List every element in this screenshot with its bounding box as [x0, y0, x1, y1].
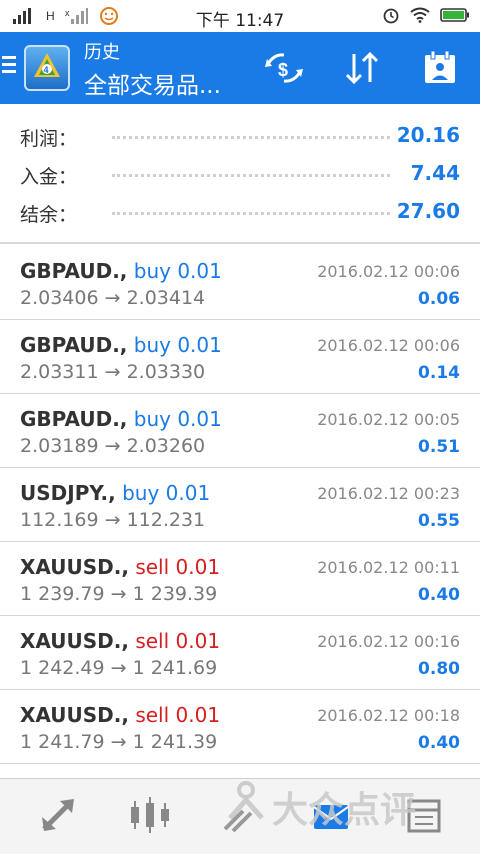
trade-profit: 0.55 — [418, 511, 460, 531]
page-title-small: 历史 — [84, 42, 120, 63]
symbol-filter-title[interactable]: 全部交易品... — [84, 66, 221, 100]
trade-row[interactable]: GBPAUD., buy 0.01 2.03406 → 2.03414 2016… — [0, 246, 480, 320]
trade-type: sell 0.01 — [135, 703, 221, 727]
trade-prices: 2.03406 → 2.03414 — [20, 287, 206, 309]
trade-row[interactable]: XAUUSD., sell 0.01 1 239.79 → 1 239.39 2… — [0, 542, 480, 616]
currency-exchange-icon[interactable]: $ — [264, 50, 304, 86]
trade-row[interactable]: XAUUSD., sell 0.01 1 241.79 → 1 241.39 2… — [0, 690, 480, 764]
trade-prices: 2.03189 → 2.03260 — [20, 435, 206, 457]
chart-icon[interactable] — [125, 793, 175, 837]
summary-value: 27.60 — [396, 199, 460, 223]
watermark-logo-icon — [228, 781, 264, 820]
summary-row-profit: 利润： 20.16 — [0, 118, 480, 156]
trade-type: buy 0.01 — [133, 259, 222, 283]
trade-symbol: XAUUSD., — [20, 703, 129, 727]
trade-prices: 1 242.49 → 1 241.69 — [20, 657, 218, 679]
svg-text:4: 4 — [44, 65, 49, 75]
mt4-logo-icon[interactable]: 4 — [24, 45, 70, 91]
trade-time: 2016.02.12 00:05 — [317, 410, 460, 429]
trade-profit: 0.80 — [418, 659, 460, 679]
svg-text:$: $ — [278, 60, 288, 80]
trade-time: 2016.02.12 00:06 — [317, 262, 460, 281]
trade-title: GBPAUD., buy 0.01 — [20, 333, 222, 357]
wifi-icon — [410, 7, 430, 23]
menu-icon[interactable] — [0, 52, 20, 84]
trade-profit: 0.14 — [418, 363, 460, 383]
account-summary: 利润： 20.16 入金： 7.44 结余： 27.60 — [0, 104, 480, 244]
trade-symbol: XAUUSD., — [20, 555, 129, 579]
summary-label: 入金： — [20, 166, 78, 188]
trade-title: GBPAUD., buy 0.01 — [20, 407, 222, 431]
summary-value: 7.44 — [410, 161, 460, 185]
summary-value: 20.16 — [396, 123, 460, 147]
summary-label: 利润： — [20, 128, 78, 150]
status-bar: H x 下午 11:47 — [0, 0, 480, 32]
trade-type: buy 0.01 — [133, 333, 222, 357]
sort-icon[interactable] — [342, 50, 382, 86]
trade-symbol: GBPAUD., — [20, 333, 128, 357]
trade-profit: 0.40 — [418, 733, 460, 753]
trade-title: XAUUSD., sell 0.01 — [20, 555, 220, 579]
dotted-leader — [112, 136, 390, 139]
app-bar: 4 历史 全部交易品... $ — [0, 32, 480, 104]
trade-time: 2016.02.12 00:23 — [317, 484, 460, 503]
calendar-icon[interactable] — [420, 50, 460, 86]
summary-row-balance: 结余： 27.60 — [0, 194, 480, 232]
trade-symbol: XAUUSD., — [20, 629, 129, 653]
trade-row[interactable]: XAUUSD., sell 0.01 1 242.49 → 1 241.69 2… — [0, 616, 480, 690]
trade-prices: 1 241.79 → 1 241.39 — [20, 731, 218, 753]
trade-type: sell 0.01 — [135, 555, 221, 579]
dotted-leader — [112, 174, 390, 177]
trade-row[interactable]: USDJPY., buy 0.01 112.169 → 112.231 2016… — [0, 468, 480, 542]
trade-title: XAUUSD., sell 0.01 — [20, 629, 220, 653]
trade-prices: 112.169 → 112.231 — [20, 509, 206, 531]
trade-symbol: GBPAUD., — [20, 407, 128, 431]
trade-profit: 0.51 — [418, 437, 460, 457]
trade-profit: 0.06 — [418, 289, 460, 309]
summary-label: 结余： — [20, 204, 78, 226]
trade-row[interactable]: GBPAUD., buy 0.01 2.03311 → 2.03330 2016… — [0, 320, 480, 394]
trade-type: sell 0.01 — [135, 629, 221, 653]
trade-row[interactable]: GBPAUD., buy 0.01 2.03189 → 2.03260 2016… — [0, 394, 480, 468]
alarm-icon — [383, 8, 399, 24]
quotes-icon[interactable] — [33, 793, 83, 837]
trade-prices: 2.03311 → 2.03330 — [20, 361, 206, 383]
trade-time: 2016.02.12 00:11 — [317, 558, 460, 577]
trade-time: 2016.02.12 00:06 — [317, 336, 460, 355]
trade-symbol: USDJPY., — [20, 481, 116, 505]
dotted-leader — [112, 212, 390, 215]
trade-prices: 1 239.79 → 1 239.39 — [20, 583, 218, 605]
battery-icon — [440, 8, 469, 22]
summary-row-deposit: 入金： 7.44 — [0, 156, 480, 194]
trade-title: GBPAUD., buy 0.01 — [20, 259, 222, 283]
trade-symbol: GBPAUD., — [20, 259, 128, 283]
trade-type: buy 0.01 — [122, 481, 211, 505]
watermark-text: 大众点评 — [272, 790, 417, 831]
trade-title: USDJPY., buy 0.01 — [20, 481, 210, 505]
status-right — [382, 6, 470, 24]
trade-type: buy 0.01 — [133, 407, 222, 431]
trade-time: 2016.02.12 00:18 — [317, 706, 460, 725]
trade-title: XAUUSD., sell 0.01 — [20, 703, 220, 727]
trade-time: 2016.02.12 00:16 — [317, 632, 460, 651]
trade-profit: 0.40 — [418, 585, 460, 605]
